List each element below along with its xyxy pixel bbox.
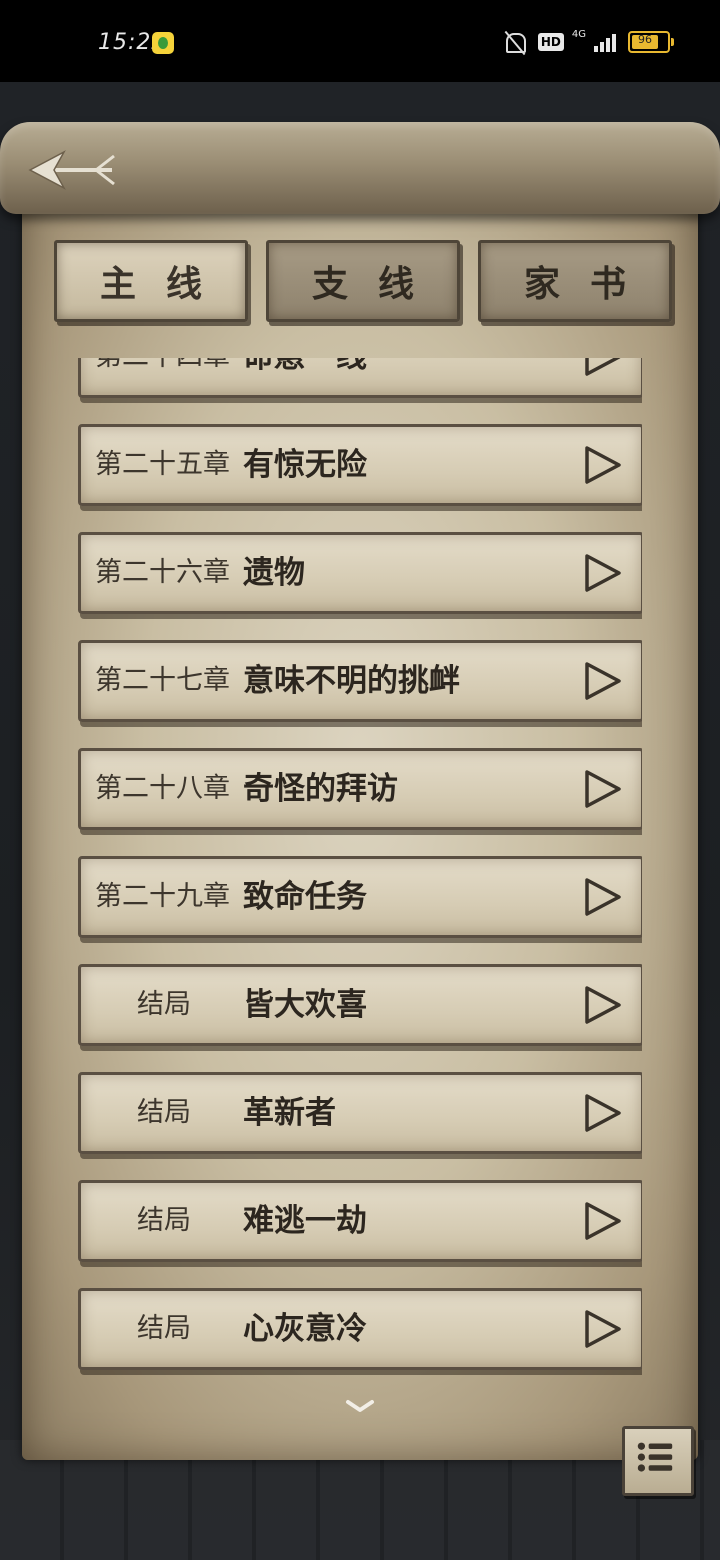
status-bar: 15:22 HD 4G 96 (0, 0, 720, 82)
ending-title: 革新者 (243, 1095, 336, 1131)
play-icon (585, 1202, 621, 1240)
chapter-number: 第二十七章 (95, 665, 230, 696)
play-icon (585, 770, 621, 808)
play-icon (585, 662, 621, 700)
ending-title: 皆大欢喜 (243, 987, 367, 1023)
app-notification-icon (152, 32, 174, 54)
mute-icon (502, 30, 530, 54)
play-icon (585, 554, 621, 592)
play-icon (585, 1310, 621, 1348)
chapter-title: 遗物 (243, 555, 305, 591)
ending-label: 结局 (137, 1205, 191, 1236)
play-icon (585, 358, 621, 376)
chapter-item[interactable]: 第二十九章 致命任务 (78, 856, 642, 938)
network-type-label: 4G (571, 28, 586, 40)
hd-icon: HD (537, 33, 564, 51)
chapter-title: 命悬一线 (243, 358, 367, 395)
chapter-number: 第二十九章 (95, 881, 230, 912)
play-icon (585, 878, 621, 916)
ending-title: 心灰意冷 (243, 1311, 367, 1347)
ending-item[interactable]: 结局 皆大欢喜 (78, 964, 642, 1046)
ending-item[interactable]: 结局 心灰意冷 (78, 1288, 642, 1370)
list-icon (637, 1442, 673, 1472)
chevron-down-icon[interactable] (344, 1396, 376, 1416)
play-icon (585, 986, 621, 1024)
ending-item[interactable]: 结局 难逃一劫 (78, 1180, 642, 1262)
menu-button[interactable] (622, 1426, 694, 1496)
chapter-number: 第二十八章 (95, 773, 230, 804)
chapter-number: 第二十五章 (95, 449, 230, 480)
battery-icon: 96 (628, 31, 674, 53)
chapter-item[interactable]: 第二十八章 奇怪的拜访 (78, 748, 642, 830)
chapter-item[interactable]: 第二十六章 遗物 (78, 532, 642, 614)
ending-title: 难逃一劫 (243, 1203, 367, 1239)
ending-label: 结局 (137, 989, 191, 1020)
chapter-item[interactable]: 第二十七章 意味不明的挑衅 (78, 640, 642, 722)
chapter-number: 第二十四章 (95, 358, 230, 395)
tab-main-story[interactable]: 主线 (54, 240, 248, 322)
chapter-item[interactable]: 第二十四章 命悬一线 (78, 358, 642, 398)
chapter-title: 致命任务 (243, 879, 367, 915)
ending-item[interactable]: 结局 革新者 (78, 1072, 642, 1154)
chapter-list[interactable]: 第二十四章 命悬一线 第二十五章 有惊无险 第二十六章 遗物 第二十七章 意味不… (76, 358, 642, 1376)
chapter-title: 奇怪的拜访 (243, 771, 398, 807)
chapter-title: 意味不明的挑衅 (243, 663, 460, 699)
play-icon (585, 1094, 621, 1132)
back-arrow-icon[interactable] (24, 142, 120, 198)
battery-level: 96 (638, 33, 652, 46)
tab-bar: 主线 支线 家书 (52, 240, 672, 322)
signal-icon (594, 32, 616, 52)
ending-label: 结局 (137, 1313, 191, 1344)
chapter-item[interactable]: 第二十五章 有惊无险 (78, 424, 642, 506)
chapter-number: 第二十六章 (95, 557, 230, 588)
chapter-title: 有惊无险 (243, 447, 367, 483)
tab-letters[interactable]: 家书 (478, 240, 672, 322)
status-indicators: HD 4G 96 (502, 28, 674, 56)
tab-side-story[interactable]: 支线 (266, 240, 460, 322)
ending-label: 结局 (137, 1097, 191, 1128)
play-icon (585, 446, 621, 484)
